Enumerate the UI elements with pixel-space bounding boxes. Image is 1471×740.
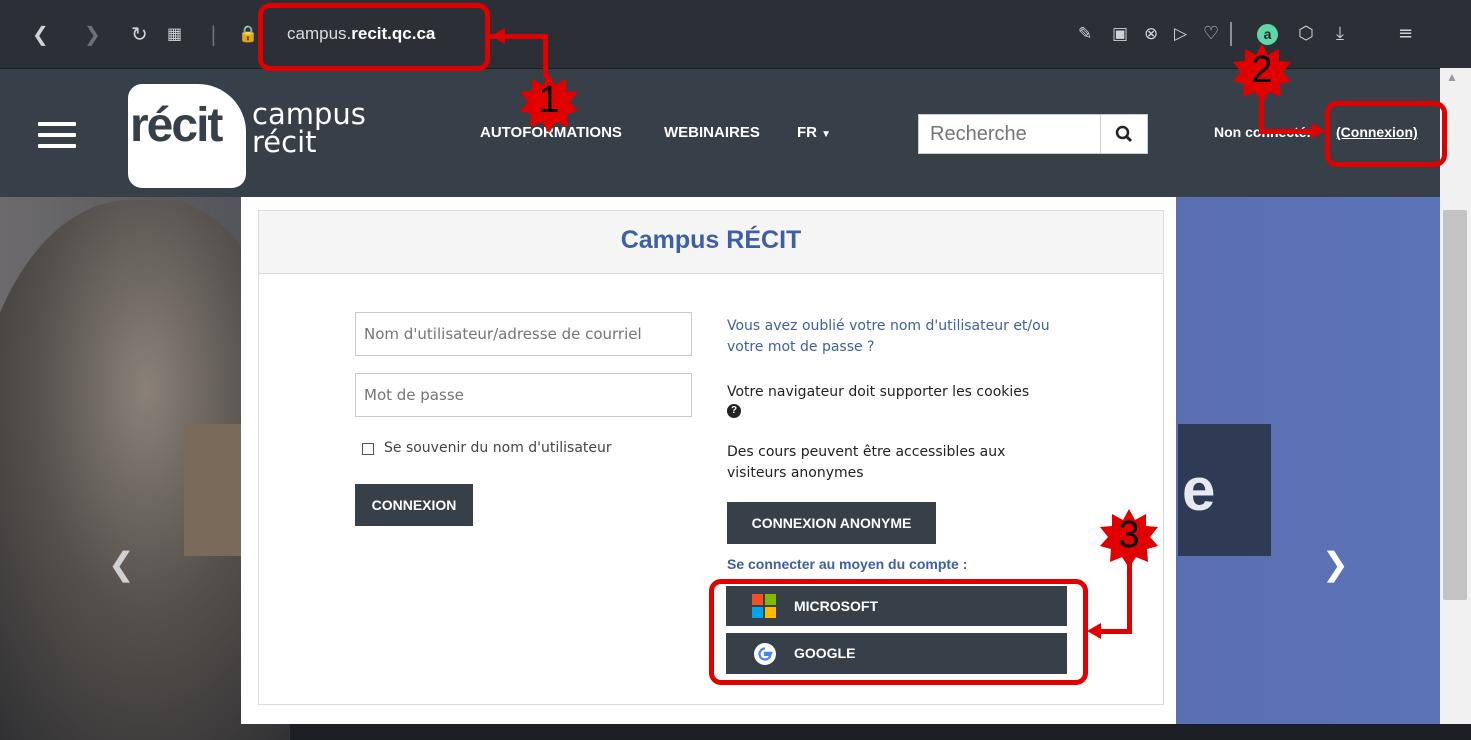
- user-avatar-icon[interactable]: a: [1257, 24, 1278, 45]
- reload-icon[interactable]: ↻: [131, 20, 148, 48]
- hero-caption-letter: e: [1182, 456, 1216, 523]
- annotation-arrowhead-1: [491, 28, 505, 44]
- back-arrow-icon[interactable]: ❮: [32, 20, 49, 48]
- carousel-prev-icon[interactable]: ❮: [108, 545, 135, 583]
- nav-language[interactable]: FR ▼: [797, 124, 831, 141]
- nav-webinaires[interactable]: WEBINAIRES: [664, 124, 760, 141]
- password-input[interactable]: [356, 374, 691, 416]
- close-circle-icon[interactable]: ⊗: [1144, 20, 1158, 48]
- search-box: [918, 114, 1148, 154]
- anonymous-login-button[interactable]: CONNEXION ANONYME: [727, 502, 936, 544]
- hamburger-menu-icon[interactable]: [38, 122, 76, 152]
- annotation-badge-3: 3: [1098, 508, 1160, 570]
- connect-with-label: Se connecter au moyen du compte :: [727, 556, 968, 572]
- badge-2-number: 2: [1251, 49, 1273, 91]
- annotation-badge-2: 2: [1231, 43, 1293, 105]
- carousel-next-icon[interactable]: ❯: [1322, 545, 1349, 583]
- forgot-password-link[interactable]: Vous avez oublié votre nom d'utilisateur…: [727, 316, 1077, 358]
- logo-line1: campus: [252, 97, 366, 131]
- annotation-box-url: [258, 3, 490, 71]
- annotation-connector-3v: [1127, 560, 1132, 634]
- search-input[interactable]: [928, 122, 1102, 147]
- caret-down-icon: ▼: [821, 129, 832, 140]
- connexion-button[interactable]: CONNEXION: [355, 484, 473, 526]
- username-input[interactable]: [356, 313, 691, 355]
- annotation-arrowhead-3: [1087, 623, 1101, 639]
- logo-campus-recit[interactable]: campus récit: [252, 97, 366, 159]
- help-question-icon[interactable]: ?: [727, 404, 741, 418]
- annotation-connector-1v: [543, 34, 548, 78]
- search-button[interactable]: [1100, 115, 1147, 153]
- cube-icon[interactable]: ⬡: [1298, 20, 1314, 48]
- scroll-up-icon[interactable]: ▲: [1446, 70, 1458, 84]
- heart-icon[interactable]: ♡: [1203, 20, 1219, 48]
- logo-mark-text: récit: [130, 99, 223, 152]
- annotation-arrowhead-2: [1311, 123, 1325, 139]
- language-label: FR: [797, 124, 817, 141]
- download-icon[interactable]: ⤓: [1336, 20, 1344, 48]
- annotation-connector-3h: [1100, 629, 1132, 634]
- cookies-text: Votre navigateur doit supporter les cook…: [727, 384, 1030, 400]
- send-icon[interactable]: ▷: [1174, 20, 1187, 48]
- anonymous-text: Des cours peuvent être accessibles aux v…: [727, 444, 1006, 481]
- badge-3-number: 3: [1118, 514, 1140, 556]
- remember-checkbox[interactable]: [362, 443, 374, 455]
- logo-line2: récit: [252, 125, 317, 159]
- hero-caption-left: [184, 424, 242, 556]
- annotation-box-providers: [709, 579, 1088, 685]
- annotation-box-connexion: [1325, 101, 1447, 167]
- speed-dial-icon[interactable]: ▦: [167, 20, 182, 48]
- forward-arrow-icon[interactable]: ❯: [84, 20, 101, 48]
- search-icon: [1115, 125, 1133, 143]
- scrollbar-thumb[interactable]: [1443, 210, 1467, 600]
- annotation-badge-1: 1: [518, 73, 580, 135]
- lock-icon[interactable]: 🔒: [238, 20, 258, 48]
- share-icon[interactable]: ✎: [1078, 20, 1092, 48]
- login-title: Campus RÉCIT: [620, 226, 802, 254]
- remember-label[interactable]: Se souvenir du nom d'utilisateur: [384, 440, 612, 456]
- annotation-connector-2h: [1259, 129, 1313, 134]
- password-field: [355, 373, 692, 417]
- menu-lines-icon[interactable]: ≡: [1398, 20, 1413, 48]
- badge-1-number: 1: [538, 79, 560, 121]
- camera-icon[interactable]: ▣: [1112, 20, 1128, 48]
- separator-icon: |: [210, 22, 217, 46]
- username-field: [355, 312, 692, 356]
